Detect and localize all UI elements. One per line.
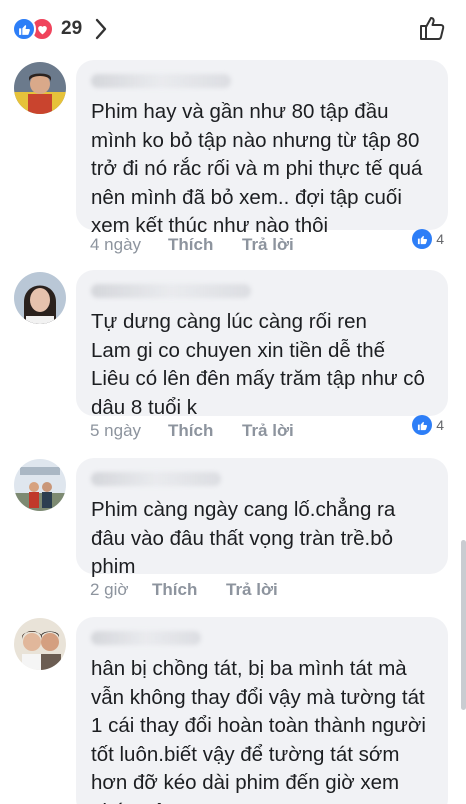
avatar[interactable]	[14, 272, 66, 324]
author-name-redacted	[91, 631, 201, 645]
comment-bubble: Tự dưng càng lúc càng rối ren Lam gi co …	[76, 270, 448, 419]
comment-age: 2 giờ	[90, 580, 129, 599]
comment-meta: 5 ngày Thích Trả lời	[90, 421, 294, 441]
chevron-right-icon[interactable]	[94, 18, 108, 45]
avatar[interactable]	[14, 459, 66, 511]
like-icon	[12, 17, 36, 41]
reply-button[interactable]: Trả lời	[242, 235, 294, 255]
comment-text: Phim hay và gần như 80 tập đầu mình ko b…	[91, 100, 423, 237]
comment-bubble: Phim hay và gần như 80 tập đầu mình ko b…	[76, 60, 448, 237]
like-button[interactable]: Thích	[168, 421, 242, 441]
scrollbar[interactable]	[461, 540, 466, 710]
author-name-redacted	[91, 284, 251, 298]
reply-button[interactable]: Trả lời	[226, 580, 278, 600]
reactions-header: 29	[0, 0, 466, 58]
like-button[interactable]: Thích	[152, 580, 226, 600]
avatar[interactable]	[14, 62, 66, 114]
reaction-count: 29	[61, 18, 83, 39]
author-name-redacted	[91, 74, 231, 88]
like-button[interactable]: Thích	[168, 235, 242, 255]
thumbs-up-outline-icon[interactable]	[418, 14, 446, 47]
like-icon	[412, 415, 433, 435]
comment-text: hân bị chồng tát, bị ba mình tát mà vẫn …	[91, 657, 426, 804]
comment-age: 5 ngày	[90, 421, 142, 440]
avatar[interactable]	[14, 618, 66, 670]
like-count: 4	[436, 231, 444, 247]
comment-text: Phim càng ngày cang lố.chẳng ra đâu vào …	[91, 498, 396, 578]
comment-like-count[interactable]: 4	[412, 229, 444, 249]
comment-meta: 4 ngày Thích Trả lời	[90, 235, 294, 255]
comment-meta: 2 giờ Thích Trả lời	[90, 580, 278, 600]
reply-button[interactable]: Trả lời	[242, 421, 294, 441]
reactions-summary[interactable]: 29	[12, 16, 82, 42]
like-count: 4	[436, 417, 444, 433]
like-icon	[412, 229, 433, 249]
comment-text: Tự dưng càng lúc càng rối ren Lam gi co …	[91, 310, 425, 419]
comment-bubble: Phim càng ngày cang lố.chẳng ra đâu vào …	[76, 458, 448, 578]
author-name-redacted	[91, 472, 221, 486]
comment-age: 4 ngày	[90, 235, 142, 254]
comment-bubble: hân bị chồng tát, bị ba mình tát mà vẫn …	[76, 617, 448, 804]
comment-like-count[interactable]: 4	[412, 415, 444, 435]
